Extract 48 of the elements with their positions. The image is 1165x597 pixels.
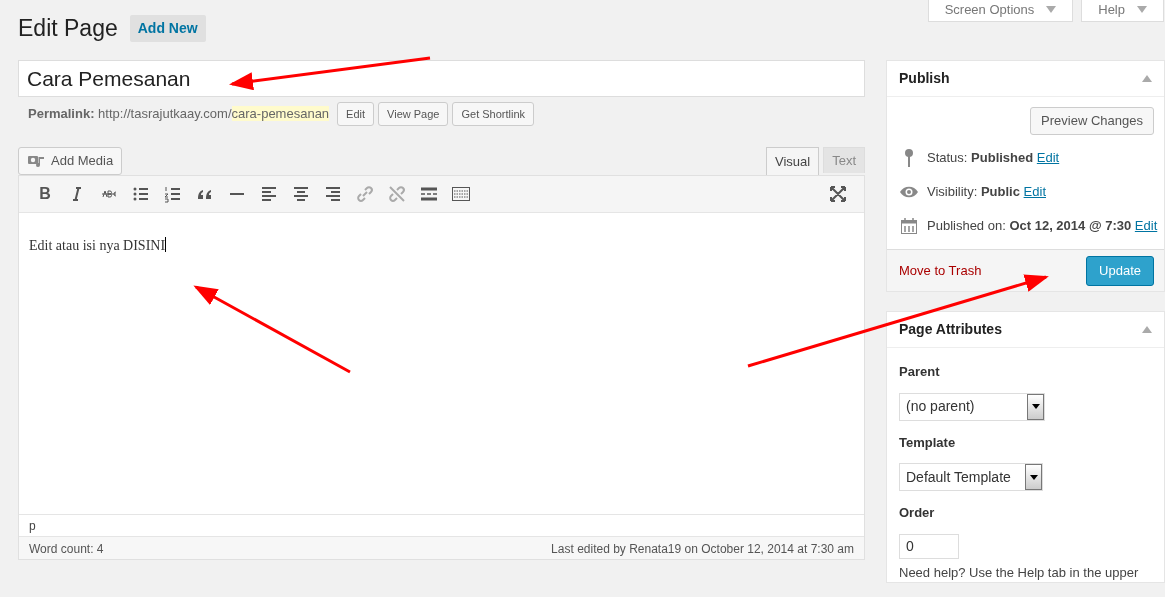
- align-left-icon[interactable]: [259, 184, 279, 204]
- eye-icon: [899, 185, 919, 199]
- permalink-button[interactable]: Get Shortlink: [452, 102, 535, 126]
- editor-text: Edit atau isi nya DISINI: [29, 238, 166, 253]
- align-right-icon[interactable]: [323, 184, 343, 204]
- parent-select[interactable]: (no parent): [899, 392, 1045, 421]
- add-new-button[interactable]: Add New: [129, 14, 206, 42]
- keyboard-icon[interactable]: [451, 184, 471, 204]
- preview-button[interactable]: Preview Changes: [1030, 107, 1154, 135]
- title-input[interactable]: Cara Pemesanan: [18, 60, 865, 97]
- bold-button[interactable]: B: [39, 186, 51, 202]
- field-label: Order: [899, 504, 936, 522]
- caret-icon: [1029, 474, 1038, 480]
- publish-info: Visibility: Public Edit: [927, 183, 1046, 202]
- pin-icon: [902, 148, 916, 168]
- caret-icon: [1137, 6, 1147, 13]
- fullscreen-icon[interactable]: [829, 185, 847, 203]
- screen-tab[interactable]: Help: [1081, 0, 1164, 22]
- box-title: Publish: [899, 69, 950, 88]
- trash-link[interactable]: Move to Trash: [899, 260, 982, 281]
- calendar-icon: [900, 217, 918, 235]
- edit-link[interactable]: Edit: [1023, 184, 1046, 200]
- align-center-icon[interactable]: [291, 184, 311, 204]
- caret-icon: [1046, 6, 1057, 13]
- help-text: Need help? Use the Help tab in the upper: [899, 563, 1140, 582]
- screen-tab[interactable]: Screen Options: [927, 0, 1074, 22]
- edit-link[interactable]: Edit: [1134, 218, 1158, 234]
- field-label: Parent: [899, 363, 941, 381]
- edit-link[interactable]: Edit: [1036, 150, 1060, 166]
- order-input[interactable]: 0: [899, 533, 959, 559]
- word-count: Word count: 4: [29, 541, 104, 556]
- permalink-button[interactable]: View Page: [378, 102, 449, 126]
- text-cursor: [165, 237, 167, 252]
- numbered-list-icon[interactable]: [163, 184, 183, 204]
- template-select[interactable]: Default Template: [899, 463, 1043, 491]
- last-edited-text: Last edited by Renata19 on October 12, 2014 at 7:30 am: [551, 541, 854, 556]
- caret-icon: [1031, 404, 1040, 409]
- permalink-text: Permalink: http://tasrajutkaay.com/cara-pemesanan: [28, 105, 330, 124]
- editor-tab[interactable]: Visual: [765, 147, 820, 175]
- publish-info: Published on: Oct 12, 2014 @ 7:30 Edit: [927, 217, 1158, 236]
- permalink-button[interactable]: Edit: [337, 102, 375, 126]
- box-title: Page Attributes: [899, 320, 1002, 339]
- page-title: Edit Page: [18, 16, 118, 40]
- element-path[interactable]: p: [29, 519, 36, 533]
- publish-info: Status: Published Edit: [927, 149, 1060, 168]
- media-icon: [27, 153, 45, 169]
- add-media-button[interactable]: Add Media: [18, 147, 123, 175]
- field-label: Template: [899, 433, 957, 452]
